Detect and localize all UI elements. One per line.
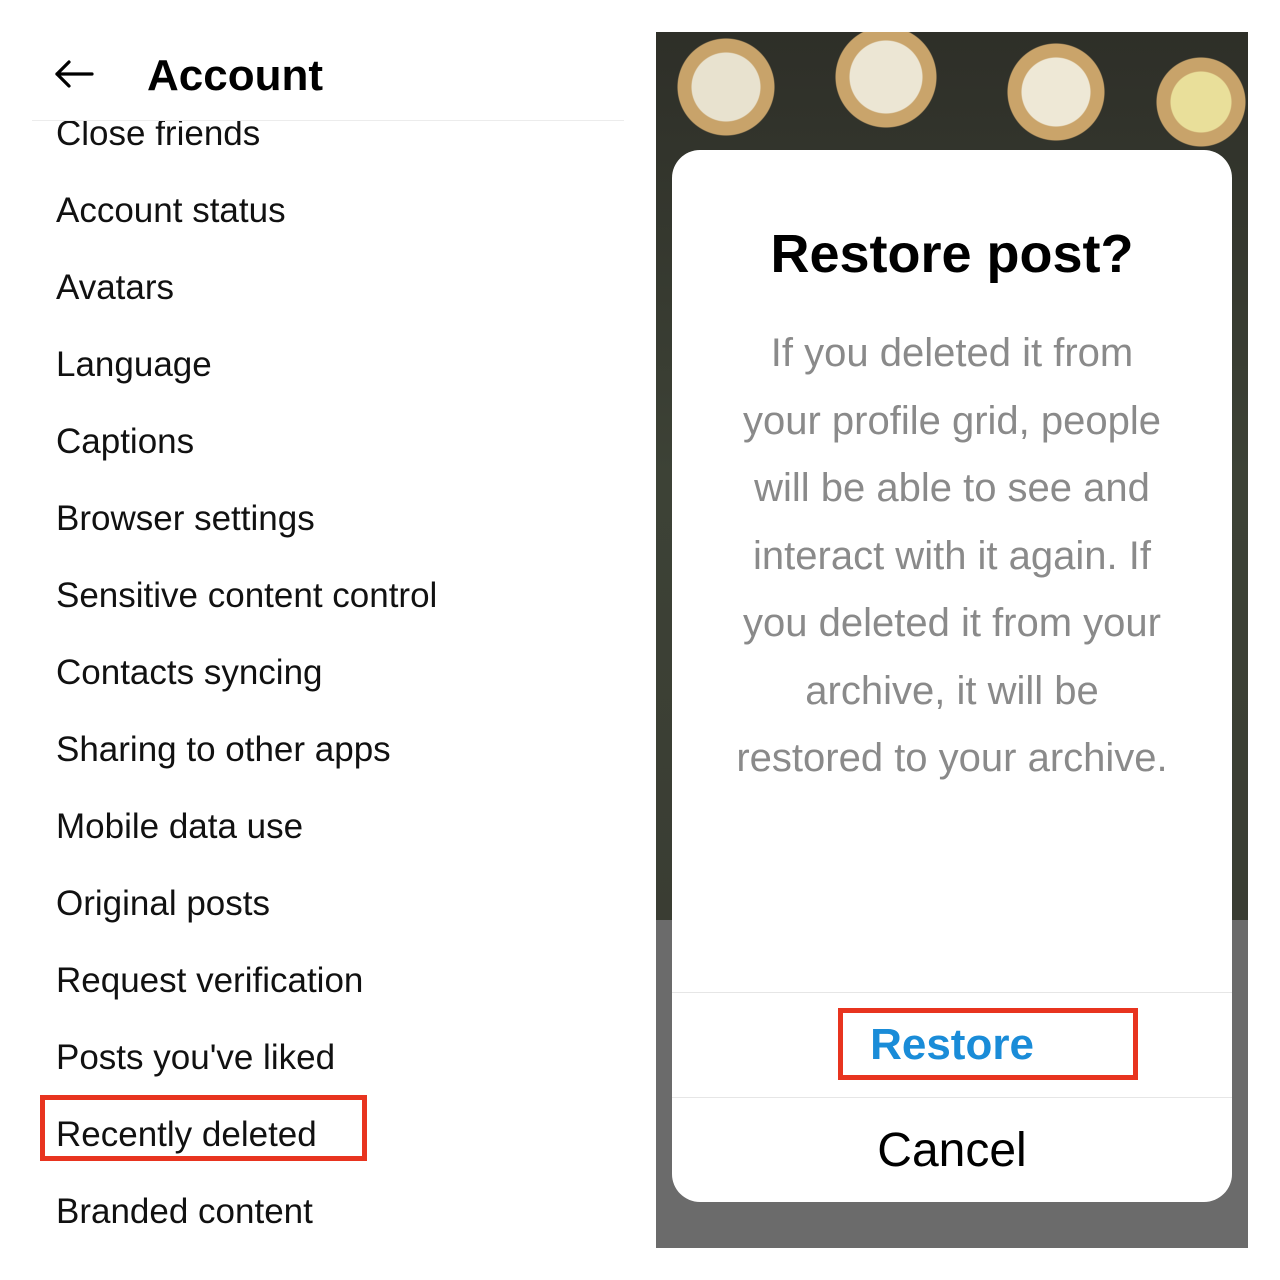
menu-item-branded-content[interactable]: Branded content — [56, 1180, 616, 1257]
dialog-title: Restore post? — [770, 224, 1134, 284]
menu-item-posts-you-liked[interactable]: Posts you've liked — [56, 1026, 616, 1103]
account-settings-screen: Close friends Account status Avatars Lan… — [0, 0, 640, 1280]
menu-item-contacts-syncing[interactable]: Contacts syncing — [56, 641, 616, 718]
menu-item-original-posts[interactable]: Original posts — [56, 872, 616, 949]
menu-item-mobile-data-use[interactable]: Mobile data use — [56, 795, 616, 872]
restore-post-dialog: Restore post? If you deleted it from you… — [672, 150, 1232, 1202]
restore-post-screen: Restore post? If you deleted it from you… — [656, 32, 1248, 1248]
menu-item-avatars[interactable]: Avatars — [56, 256, 616, 333]
menu-item-recently-deleted[interactable]: Recently deleted — [56, 1103, 616, 1180]
cancel-button[interactable]: Cancel — [672, 1098, 1232, 1202]
arrow-left-icon — [54, 59, 94, 94]
menu-item-browser-settings[interactable]: Browser settings — [56, 487, 616, 564]
account-header: Account — [32, 30, 624, 121]
menu-item-request-verification[interactable]: Request verification — [56, 949, 616, 1026]
menu-item-captions[interactable]: Captions — [56, 410, 616, 487]
menu-item-sensitive-content-control[interactable]: Sensitive content control — [56, 564, 616, 641]
page-title: Account — [147, 51, 323, 100]
back-button[interactable] — [54, 56, 94, 96]
account-menu-list: Close friends Account status Avatars Lan… — [56, 102, 616, 1257]
restore-button[interactable]: Restore — [672, 993, 1232, 1097]
menu-item-language[interactable]: Language — [56, 333, 616, 410]
menu-item-account-status[interactable]: Account status — [56, 179, 616, 256]
dialog-message: If you deleted it from your profile grid… — [736, 331, 1168, 780]
menu-item-sharing-to-other-apps[interactable]: Sharing to other apps — [56, 718, 616, 795]
